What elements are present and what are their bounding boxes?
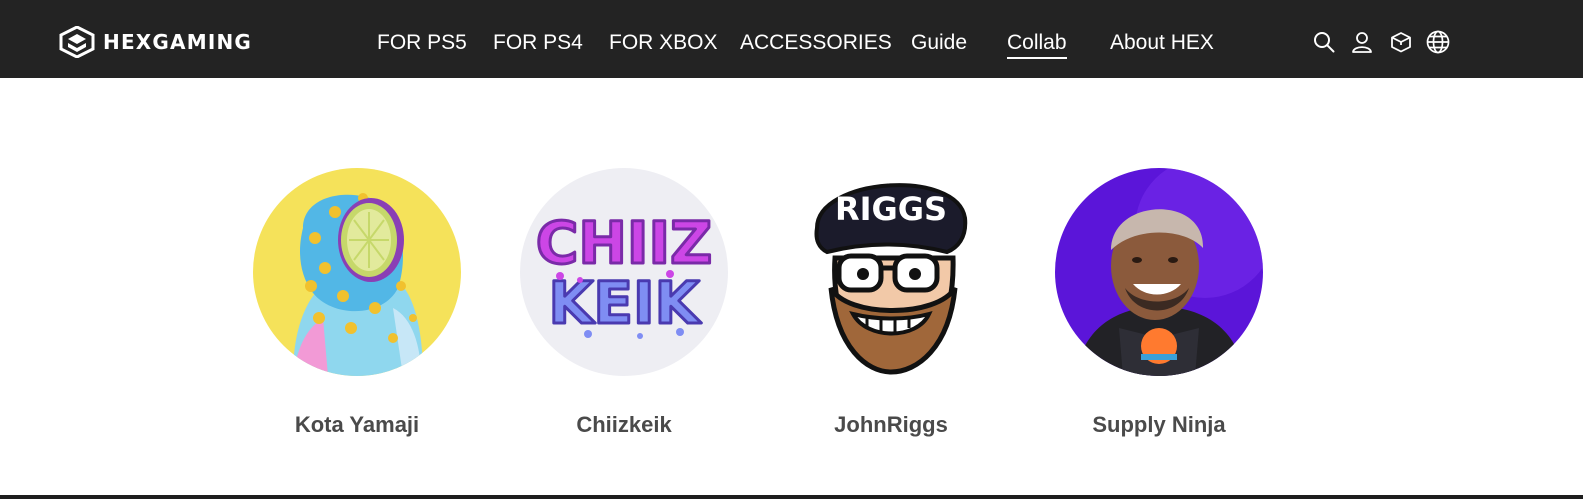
nav-about-hex[interactable]: About HEX [1110,30,1214,56]
avatar[interactable] [253,168,461,376]
johnriggs-avatar-art: RIGGS [787,168,995,376]
avatar[interactable] [1055,168,1263,376]
globe-icon[interactable] [1426,30,1450,54]
collab-name[interactable]: Chiizkeik [480,411,768,439]
supply-ninja-photo [1055,168,1263,376]
collab-card-supply-ninja[interactable]: Supply Ninja [1055,168,1263,437]
avatar[interactable]: CHIIZ KEIK [520,168,728,376]
collab-card-chiizkeik[interactable]: CHIIZ KEIK Chiizkeik [520,168,728,437]
main-nav: FOR PS5 FOR PS4 FOR XBOX ACCESSORIES Gui… [0,0,1583,78]
svg-text:KEIK: KEIK [548,269,701,337]
svg-text:RIGGS: RIGGS [835,190,947,228]
search-icon[interactable] [1312,30,1336,54]
cart-icon[interactable] [1389,30,1413,54]
nav-accessories[interactable]: ACCESSORIES [740,30,892,56]
site-header: HEXGAMING FOR PS5 FOR PS4 FOR XBOX ACCES… [0,0,1583,78]
collab-card-kota-yamaji[interactable]: Kota Yamaji [253,168,461,437]
kota-yamaji-avatar-art [253,168,461,376]
nav-for-ps4[interactable]: FOR PS4 [493,30,583,56]
user-icon[interactable] [1350,30,1374,54]
collab-name[interactable]: Supply Ninja [1015,411,1303,439]
svg-text:CHIIZ: CHIIZ [536,209,712,277]
nav-for-xbox[interactable]: FOR XBOX [609,30,718,56]
avatar[interactable]: RIGGS [787,168,995,376]
section-divider [0,495,1583,499]
nav-for-ps5[interactable]: FOR PS5 [377,30,467,56]
collab-name[interactable]: JohnRiggs [747,411,1035,439]
nav-collab[interactable]: Collab [1007,30,1067,59]
collab-name[interactable]: Kota Yamaji [213,411,501,439]
chiizkeik-logo-art: CHIIZ KEIK [520,168,728,376]
nav-guide[interactable]: Guide [911,30,967,56]
collab-card-johnriggs[interactable]: RIGGS JohnRiggs [787,168,995,437]
